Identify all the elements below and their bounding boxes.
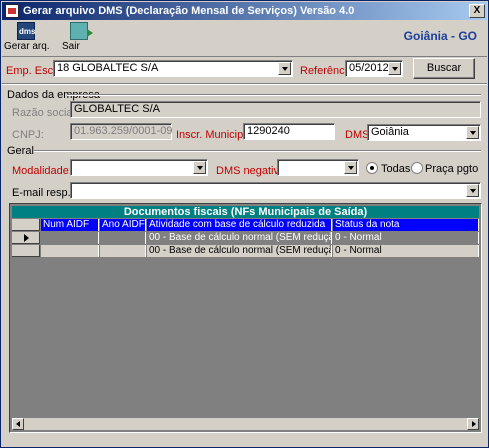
- main-window: Gerar arquivo DMS (Declaração Mensal de …: [0, 0, 489, 448]
- section-divider: [34, 150, 481, 152]
- divider: [2, 83, 487, 85]
- radio-praca-pgto[interactable]: [411, 162, 423, 174]
- exit-label: Sair: [62, 41, 80, 52]
- generate-file-button[interactable]: Gerar arq.: [4, 21, 50, 57]
- current-row-arrow-icon: [12, 232, 40, 244]
- cell-num-aidf[interactable]: [41, 232, 99, 244]
- column-header-status[interactable]: Status da nota: [333, 219, 479, 231]
- grid-header-row: Num AIDF Ano AIDF Atividade com base de …: [12, 219, 479, 231]
- location-label: Goiânia - GO: [403, 29, 477, 43]
- chevron-down-icon[interactable]: [344, 161, 357, 174]
- row-indicator: [12, 219, 40, 231]
- radio-todas-label[interactable]: Todas: [381, 163, 410, 175]
- section-divider: [67, 94, 481, 96]
- razao-social-label: Razão social:: [12, 107, 79, 119]
- exit-button[interactable]: Sair: [62, 21, 96, 57]
- cell-atividade[interactable]: 00 - Base de cálculo normal (SEM redução…: [147, 232, 332, 244]
- column-header-atividade[interactable]: Atividade com base de cálculo reduzida: [147, 219, 332, 231]
- close-button[interactable]: X: [469, 4, 485, 18]
- general-section-label: Geral: [7, 145, 34, 157]
- scroll-right-icon[interactable]: [467, 418, 479, 430]
- column-header-num-aidf[interactable]: Num AIDF: [41, 219, 99, 231]
- window-title: Gerar arquivo DMS (Declaração Mensal de …: [23, 5, 355, 17]
- email-select[interactable]: [70, 182, 481, 199]
- fiscal-documents-grid[interactable]: Documentos fiscais (NFs Municipais de Sa…: [9, 203, 482, 433]
- scroll-left-icon[interactable]: [12, 418, 24, 430]
- emp-escr-select[interactable]: 18 GLOBALTEC S/A: [53, 60, 293, 77]
- cell-status[interactable]: 0 - Normal: [333, 232, 479, 244]
- radio-praca-pgto-label[interactable]: Praça pgto: [425, 163, 478, 175]
- modalidade-select[interactable]: [70, 159, 208, 176]
- exit-door-icon: [70, 22, 93, 40]
- dms-value: Goiânia: [371, 126, 409, 138]
- dms-negativa-select[interactable]: [277, 159, 359, 176]
- table-row[interactable]: 00 - Base de cálculo normal (SEM redução…: [12, 245, 479, 257]
- dms-icon: [17, 22, 35, 40]
- chevron-down-icon[interactable]: [466, 184, 479, 197]
- cell-ano-aidf[interactable]: [100, 245, 146, 257]
- referencia-select[interactable]: 05/2012: [345, 60, 403, 77]
- email-label: E-mail resp.:: [12, 187, 74, 199]
- column-header-ano-aidf[interactable]: Ano AIDF: [100, 219, 146, 231]
- generate-file-label: Gerar arq.: [4, 41, 50, 52]
- radio-todas[interactable]: [366, 162, 378, 174]
- cell-ano-aidf[interactable]: [100, 232, 146, 244]
- chevron-down-icon[interactable]: [193, 161, 206, 174]
- grid-caption: Documentos fiscais (NFs Municipais de Sa…: [12, 206, 479, 218]
- chevron-down-icon[interactable]: [278, 62, 291, 75]
- cell-num-aidf[interactable]: [41, 245, 99, 257]
- inscr-municipal-field[interactable]: 1290240: [243, 123, 335, 140]
- chevron-down-icon[interactable]: [466, 126, 479, 139]
- razao-social-field: GLOBALTEC S/A: [70, 101, 481, 118]
- table-row[interactable]: 00 - Base de cálculo normal (SEM redução…: [12, 232, 479, 244]
- cnpj-label: CNPJ:: [12, 129, 44, 141]
- emp-escr-value: 18 GLOBALTEC S/A: [57, 62, 159, 74]
- cell-status[interactable]: 0 - Normal: [333, 245, 479, 257]
- title-bar: Gerar arquivo DMS (Declaração Mensal de …: [2, 2, 487, 20]
- row-indicator: [12, 245, 40, 257]
- cnpj-field: 01.963.259/0001-09: [70, 123, 172, 140]
- horizontal-scrollbar[interactable]: [12, 418, 479, 430]
- search-button[interactable]: Buscar: [413, 58, 475, 79]
- app-icon: [5, 4, 19, 18]
- dms-select[interactable]: Goiânia: [367, 124, 481, 141]
- cell-atividade[interactable]: 00 - Base de cálculo normal (SEM redução…: [147, 245, 332, 257]
- chevron-down-icon[interactable]: [388, 62, 401, 75]
- referencia-value: 05/2012: [349, 62, 389, 74]
- modalidade-label: Modalidade:: [12, 165, 72, 177]
- toolbar: Gerar arq. Sair Goiânia - GO: [2, 21, 487, 57]
